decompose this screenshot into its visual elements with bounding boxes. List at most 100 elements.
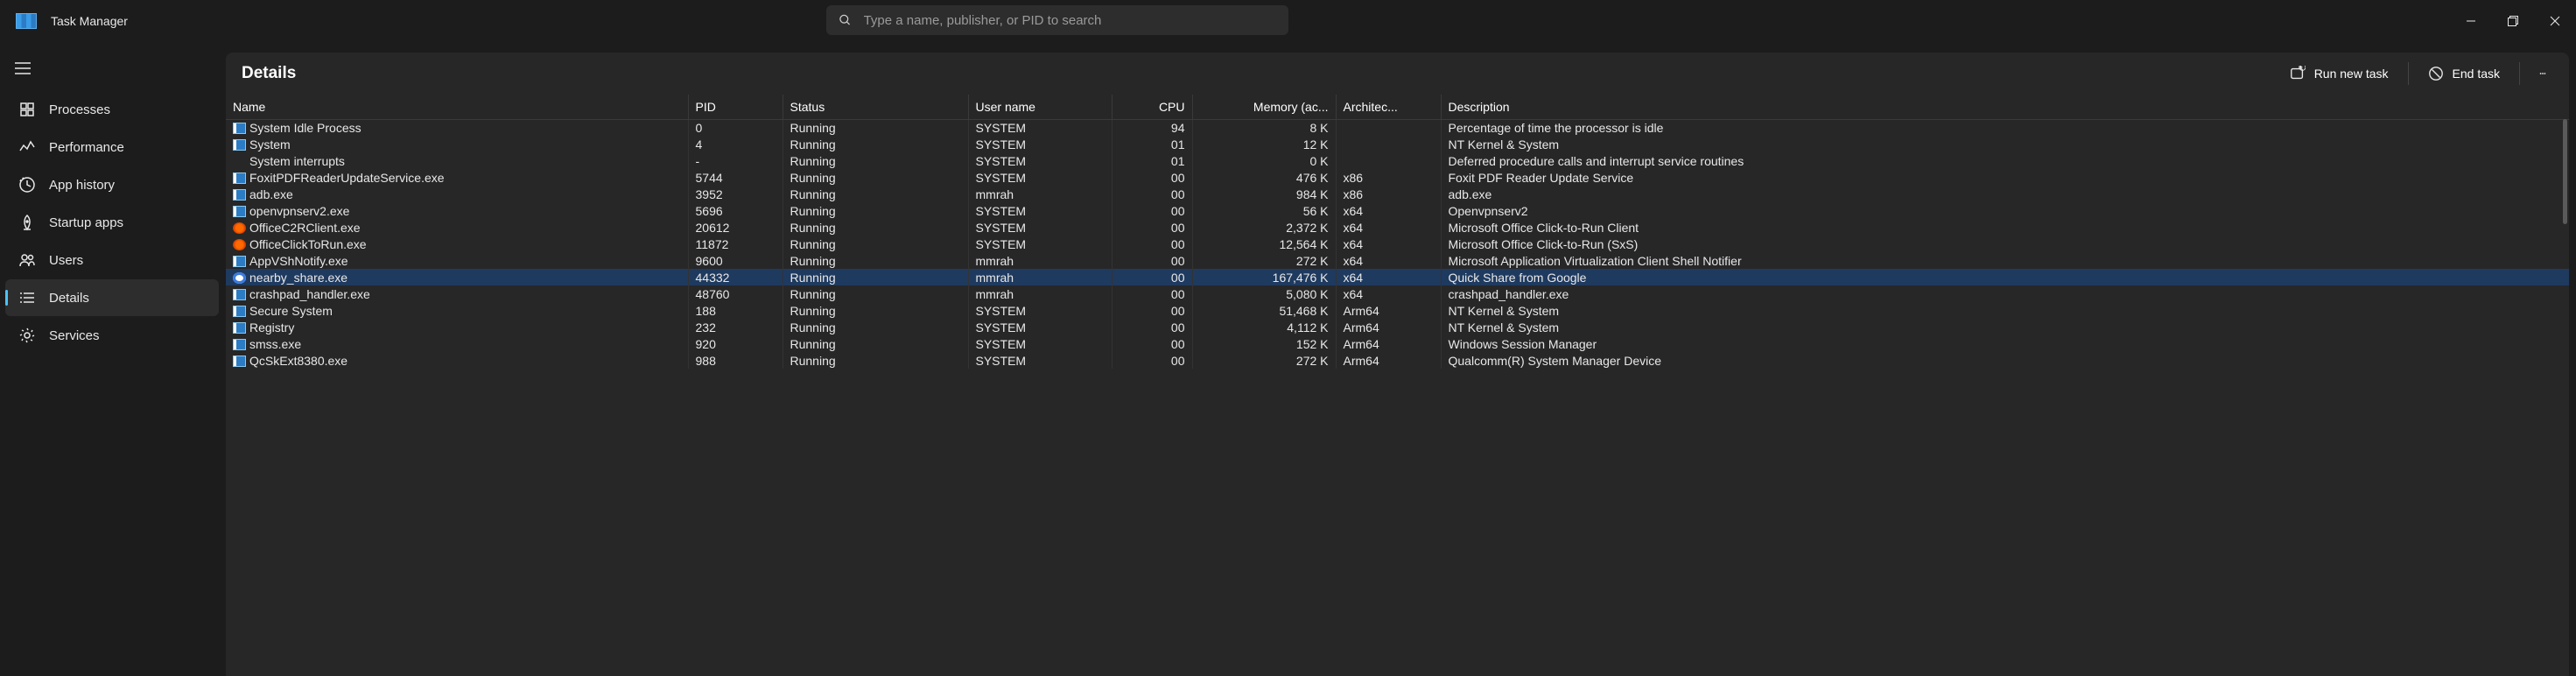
cell-status: Running <box>783 202 968 219</box>
cell-desc: adb.exe <box>1441 186 2569 202</box>
nav-icon <box>18 288 37 307</box>
sidebar-item-processes[interactable]: Processes <box>5 91 219 128</box>
cell-desc: Percentage of time the processor is idle <box>1441 119 2569 136</box>
close-button[interactable] <box>2534 0 2576 42</box>
run-new-task-button[interactable]: Run new task <box>2278 60 2401 87</box>
cell-desc: NT Kernel & System <box>1441 136 2569 152</box>
cell-name: Registry <box>226 319 688 335</box>
column-header-status[interactable]: Status <box>783 95 968 119</box>
process-icon <box>233 189 246 201</box>
sidebar-item-startup-apps[interactable]: Startup apps <box>5 204 219 241</box>
cell-name: nearby_share.exe <box>226 269 688 285</box>
cell-name: System <box>226 136 688 152</box>
cell-pid: - <box>688 152 783 169</box>
cell-name: crashpad_handler.exe <box>226 285 688 302</box>
cell-user: mmrah <box>968 252 1112 269</box>
cell-arch <box>1336 152 1441 169</box>
sidebar-item-performance[interactable]: Performance <box>5 129 219 165</box>
more-button[interactable] <box>2527 60 2558 87</box>
table-row[interactable]: System4RunningSYSTEM0112 KNT Kernel & Sy… <box>226 136 2569 152</box>
table-row[interactable]: OfficeClickToRun.exe11872RunningSYSTEM00… <box>226 236 2569 252</box>
maximize-button[interactable] <box>2492 0 2534 42</box>
cell-pid: 11872 <box>688 236 783 252</box>
cell-memory: 0 K <box>1192 152 1336 169</box>
column-header-pid[interactable]: PID <box>688 95 783 119</box>
column-header-cpu[interactable]: CPU <box>1112 95 1192 119</box>
column-header-desc[interactable]: Description <box>1441 95 2569 119</box>
process-icon <box>233 356 246 367</box>
cell-desc: Microsoft Office Click-to-Run Client <box>1441 219 2569 236</box>
cell-status: Running <box>783 252 968 269</box>
search-box[interactable] <box>826 5 1288 35</box>
titlebar: Task Manager <box>0 0 2576 42</box>
column-header-name[interactable]: Name <box>226 95 688 119</box>
cell-desc: Windows Session Manager <box>1441 335 2569 352</box>
details-table: Name PID Status User name CPU Memory (ac… <box>226 95 2569 676</box>
cell-arch: x64 <box>1336 269 1441 285</box>
table-row[interactable]: Registry232RunningSYSTEM004,112 KArm64NT… <box>226 319 2569 335</box>
cell-pid: 5744 <box>688 169 783 186</box>
end-task-icon <box>2428 66 2444 81</box>
table-row[interactable]: FoxitPDFReaderUpdateService.exe5744Runni… <box>226 169 2569 186</box>
cell-status: Running <box>783 319 968 335</box>
app-icon <box>16 13 37 29</box>
cell-pid: 232 <box>688 319 783 335</box>
office-icon <box>233 222 246 234</box>
cell-desc: Qualcomm(R) System Manager Device <box>1441 352 2569 369</box>
table-row[interactable]: adb.exe3952Runningmmrah00984 Kx86adb.exe <box>226 186 2569 202</box>
cell-name: OfficeClickToRun.exe <box>226 236 688 252</box>
table-row[interactable]: OfficeC2RClient.exe20612RunningSYSTEM002… <box>226 219 2569 236</box>
cell-arch: Arm64 <box>1336 319 1441 335</box>
search-input[interactable] <box>864 13 1276 28</box>
cell-cpu: 00 <box>1112 335 1192 352</box>
cell-arch: Arm64 <box>1336 352 1441 369</box>
sidebar-item-app-history[interactable]: App history <box>5 166 219 203</box>
sidebar-item-users[interactable]: Users <box>5 242 219 278</box>
nav-icon <box>18 213 37 232</box>
table-row[interactable]: System Idle Process0RunningSYSTEM948 KPe… <box>226 119 2569 136</box>
cell-cpu: 00 <box>1112 169 1192 186</box>
cell-desc: NT Kernel & System <box>1441 302 2569 319</box>
table-row[interactable]: AppVShNotify.exe9600Runningmmrah00272 Kx… <box>226 252 2569 269</box>
cell-name: QcSkExt8380.exe <box>226 352 688 369</box>
cell-cpu: 00 <box>1112 186 1192 202</box>
end-task-button[interactable]: End task <box>2416 60 2512 87</box>
hamburger-button[interactable] <box>4 51 42 86</box>
sidebar-item-services[interactable]: Services <box>5 317 219 354</box>
table-row[interactable]: Secure System188RunningSYSTEM0051,468 KA… <box>226 302 2569 319</box>
cell-status: Running <box>783 236 968 252</box>
table-row[interactable]: crashpad_handler.exe48760Runningmmrah005… <box>226 285 2569 302</box>
end-task-label: End task <box>2453 67 2500 81</box>
cell-status: Running <box>783 169 968 186</box>
cell-arch: x64 <box>1336 219 1441 236</box>
cell-desc: Microsoft Office Click-to-Run (SxS) <box>1441 236 2569 252</box>
cell-memory: 5,080 K <box>1192 285 1336 302</box>
cell-pid: 920 <box>688 335 783 352</box>
cell-pid: 3952 <box>688 186 783 202</box>
sidebar-item-label: Services <box>49 328 100 343</box>
column-header-arch[interactable]: Architec... <box>1336 95 1441 119</box>
cell-pid: 0 <box>688 119 783 136</box>
cell-name: openvpnserv2.exe <box>226 202 688 219</box>
column-header-user[interactable]: User name <box>968 95 1112 119</box>
cell-name: OfficeC2RClient.exe <box>226 219 688 236</box>
nav-icon <box>18 137 37 157</box>
table-row[interactable]: nearby_share.exe44332Runningmmrah00167,4… <box>226 269 2569 285</box>
sidebar-item-label: App history <box>49 178 115 193</box>
table-row[interactable]: System interrupts-RunningSYSTEM010 KDefe… <box>226 152 2569 169</box>
scrollbar-thumb[interactable] <box>2563 119 2567 224</box>
table-row[interactable]: openvpnserv2.exe5696RunningSYSTEM0056 Kx… <box>226 202 2569 219</box>
table-row[interactable]: smss.exe920RunningSYSTEM00152 KArm64Wind… <box>226 335 2569 352</box>
minimize-button[interactable] <box>2450 0 2492 42</box>
sidebar-item-details[interactable]: Details <box>5 279 219 316</box>
cell-cpu: 00 <box>1112 219 1192 236</box>
cell-name: Secure System <box>226 302 688 319</box>
cell-cpu: 00 <box>1112 285 1192 302</box>
table-row[interactable]: QcSkExt8380.exe988RunningSYSTEM00272 KAr… <box>226 352 2569 369</box>
sidebar-item-label: Details <box>49 291 89 306</box>
share-icon <box>233 272 246 284</box>
cell-name: System interrupts <box>226 152 688 169</box>
panel-title: Details <box>242 64 296 83</box>
column-header-memory[interactable]: Memory (ac... <box>1192 95 1336 119</box>
cell-memory: 4,112 K <box>1192 319 1336 335</box>
